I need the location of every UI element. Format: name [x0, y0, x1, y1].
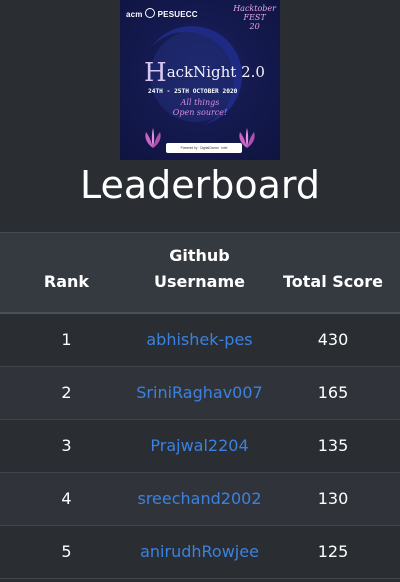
poster-title-rest: ackNight 2.0 [166, 63, 265, 81]
table-row: 1 abhishek-pes 430 [0, 312, 400, 367]
rank-cell: 2 [0, 366, 133, 420]
table-row: 3 Prajwal2204 135 [0, 419, 400, 473]
username-link[interactable]: SriniRaghav007 [136, 383, 262, 402]
fest-line-3: 20 [249, 22, 260, 31]
leaderboard-table: Rank Github Username Total Score 1 abhis… [0, 232, 400, 579]
header-total-score: Total Score [266, 232, 400, 314]
username-cell: Prajwal2204 [133, 419, 266, 473]
acm-ring-icon [144, 8, 155, 18]
hacktoberfest-logo: Hacktober FEST 20 [233, 4, 276, 31]
tagline-line-2: Open source! [172, 108, 228, 117]
score-cell: 130 [266, 472, 400, 526]
fest-line-1: Hacktober [233, 4, 276, 13]
rank-cell: 1 [0, 312, 133, 367]
acm-logo-text: acm [126, 10, 143, 19]
username-cell: sreechand2002 [133, 472, 266, 526]
username-link[interactable]: sreechand2002 [137, 489, 261, 508]
header-github-username: Github Username [133, 232, 266, 314]
hacknight-poster-image: acm PESUECC Hacktober FEST 20 HackNight 2… [120, 0, 280, 160]
table-row: 5 anirudhRowjee 125 [0, 525, 400, 579]
sponsor-strip: Powered by · DigitalOcean · Intel [166, 143, 242, 153]
username-link[interactable]: abhishek-pes [146, 330, 252, 349]
score-cell: 135 [266, 419, 400, 473]
fest-line-2: FEST [243, 13, 266, 22]
rank-cell: 4 [0, 472, 133, 526]
org-name: PESUECC [157, 10, 198, 19]
table-row: 2 SriniRaghav007 165 [0, 366, 400, 420]
username-cell: anirudhRowjee [133, 525, 266, 579]
table-header-row: Rank Github Username Total Score [0, 232, 400, 314]
acm-logo: acm PESUECC [126, 8, 198, 19]
poster-tagline: All things Open source! [120, 98, 280, 118]
score-cell: 430 [266, 312, 400, 367]
header-github-line-2: Username [154, 271, 245, 291]
score-cell: 165 [266, 366, 400, 420]
username-link[interactable]: Prajwal2204 [150, 436, 248, 455]
page: acm PESUECC Hacktober FEST 20 HackNight 2… [0, 0, 400, 582]
rank-cell: 3 [0, 419, 133, 473]
score-cell: 125 [266, 525, 400, 579]
page-title: Leaderboard [79, 163, 321, 207]
tagline-line-1: All things [180, 98, 220, 107]
poster-title-initial: H [144, 58, 167, 88]
username-cell: SriniRaghav007 [133, 366, 266, 420]
username-cell: abhishek-pes [133, 312, 266, 367]
flower-left-icon [145, 128, 161, 148]
poster-dates: 24TH - 25TH OCTOBER 2020 [148, 88, 238, 95]
poster-title: HackNight 2.0 [144, 58, 265, 88]
header-rank: Rank [0, 232, 133, 314]
rank-cell: 5 [0, 525, 133, 579]
table-row: 4 sreechand2002 130 [0, 472, 400, 526]
header-github-line-1: Github [169, 245, 230, 265]
username-link[interactable]: anirudhRowjee [140, 542, 259, 561]
